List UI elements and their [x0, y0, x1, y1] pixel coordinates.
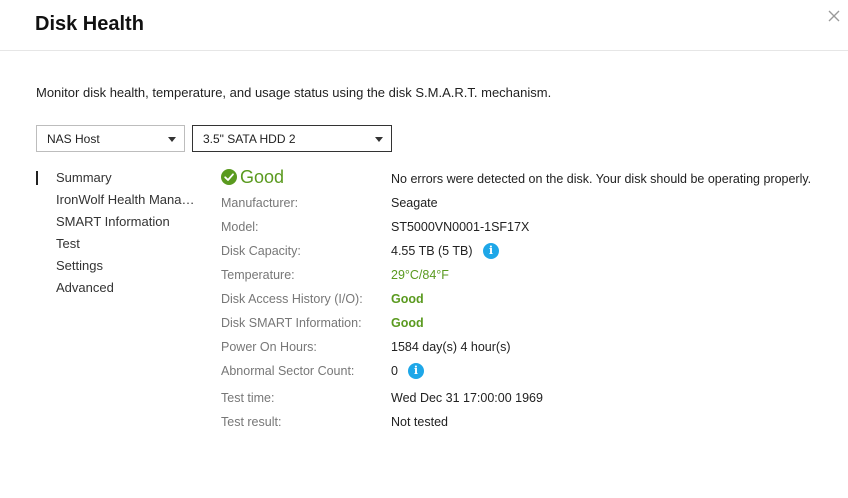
- disk-select-value: 3.5" SATA HDD 2: [203, 132, 296, 146]
- check-circle-icon: [221, 169, 237, 185]
- nav-item-ironwolf-health-management[interactable]: IronWolf Health Management: [36, 192, 196, 214]
- power-on-hours-label: Power On Hours:: [221, 340, 317, 354]
- chevron-down-icon: [168, 137, 176, 142]
- disk-access-history-label: Disk Access History (I/O):: [221, 292, 363, 306]
- manufacturer-value: Seagate: [391, 196, 438, 210]
- nav-item-summary[interactable]: Summary: [36, 170, 196, 192]
- host-select[interactable]: NAS Host: [36, 125, 185, 152]
- test-time-label: Test time:: [221, 391, 275, 405]
- disk-smart-information-value: Good: [391, 316, 424, 330]
- nav-item-smart-information[interactable]: SMART Information: [36, 214, 196, 236]
- model-label: Model:: [221, 220, 259, 234]
- model-value: ST5000VN0001-1SF17X: [391, 220, 530, 234]
- manufacturer-label: Manufacturer:: [221, 196, 299, 210]
- chevron-down-icon: [375, 137, 383, 142]
- sidebar-nav: Summary IronWolf Health Management SMART…: [36, 170, 196, 302]
- sector-info-icon[interactable]: i: [408, 363, 424, 379]
- dialog-title: Disk Health: [35, 13, 144, 35]
- dialog-description: Monitor disk health, temperature, and us…: [36, 85, 552, 100]
- test-time-value: Wed Dec 31 17:00:00 1969: [391, 391, 543, 405]
- host-select-value: NAS Host: [47, 132, 100, 146]
- test-result-value: Not tested: [391, 415, 448, 429]
- disk-health-dialog: Disk Health Monitor disk health, tempera…: [0, 0, 848, 498]
- status-message: No errors were detected on the disk. You…: [391, 172, 812, 186]
- temperature-value: 29°C/84°F: [391, 268, 449, 282]
- test-result-label: Test result:: [221, 415, 282, 429]
- nav-item-advanced[interactable]: Advanced: [36, 280, 196, 302]
- abnormal-sector-count-value: 0: [391, 364, 398, 378]
- close-icon[interactable]: [826, 8, 842, 24]
- disk-capacity-label: Disk Capacity:: [221, 244, 301, 258]
- capacity-info-icon[interactable]: i: [483, 243, 499, 259]
- disk-smart-information-label: Disk SMART Information:: [221, 316, 362, 330]
- disk-select[interactable]: 3.5" SATA HDD 2: [192, 125, 392, 152]
- disk-capacity-value: 4.55 TB (5 TB): [391, 244, 473, 258]
- nav-item-settings[interactable]: Settings: [36, 258, 196, 280]
- dialog-header: Disk Health: [0, 0, 848, 51]
- abnormal-sector-count-label: Abnormal Sector Count:: [221, 364, 355, 378]
- disk-access-history-value: Good: [391, 292, 424, 306]
- status-label: Good: [240, 167, 285, 187]
- power-on-hours-value: 1584 day(s) 4 hour(s): [391, 340, 511, 354]
- nav-item-test[interactable]: Test: [36, 236, 196, 258]
- temperature-label: Temperature:: [221, 268, 295, 282]
